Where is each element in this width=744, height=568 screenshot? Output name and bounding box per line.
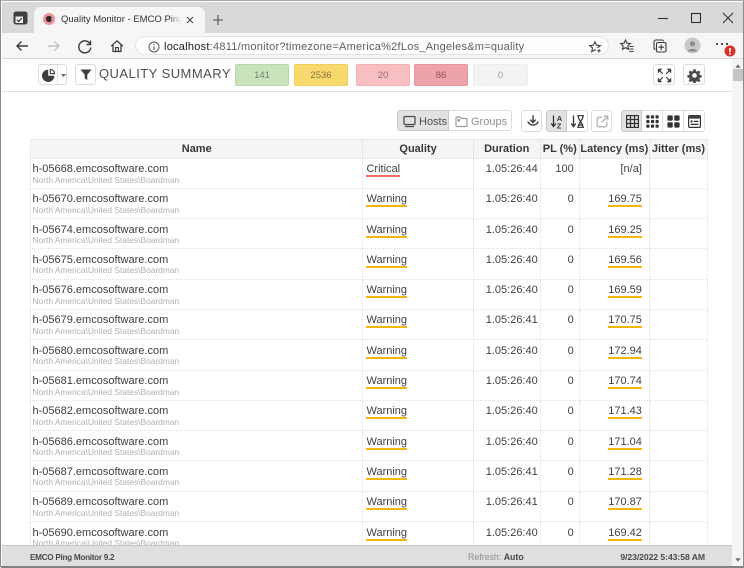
- svg-text:Z: Z: [557, 122, 562, 130]
